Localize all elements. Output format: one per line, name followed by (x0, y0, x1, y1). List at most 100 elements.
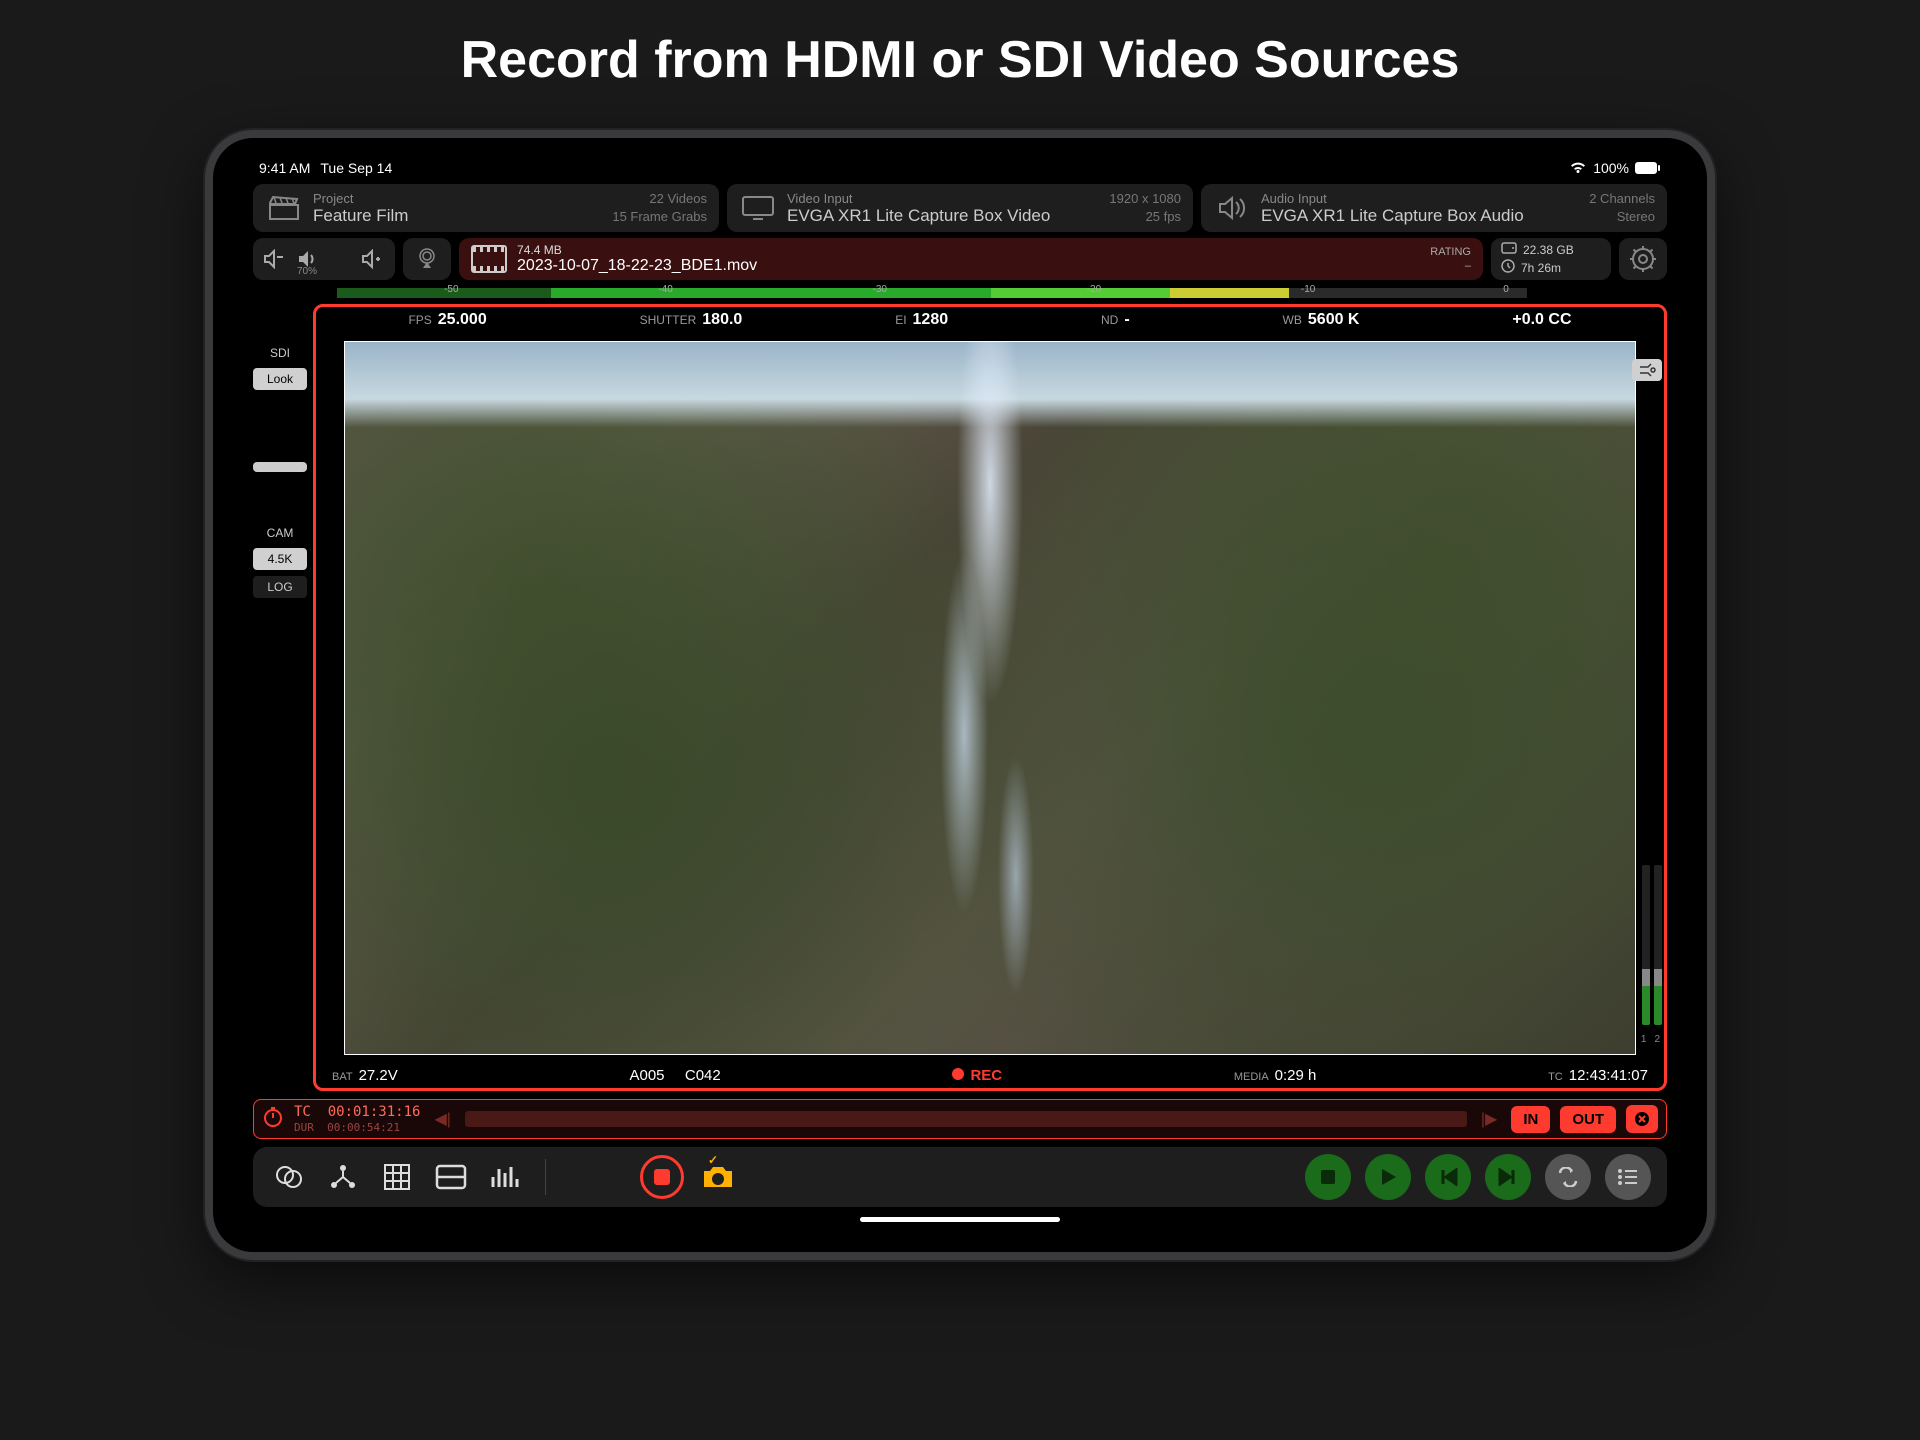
file-name: 2023-10-07_18-22-23_BDE1.mov (517, 257, 1420, 275)
video-input-box[interactable]: Video Input EVGA XR1 Lite Capture Box Vi… (727, 184, 1193, 232)
meter-tick: -10 (1301, 284, 1315, 295)
status-time: 9:41 AM (259, 160, 310, 176)
meter-tick: -40 (658, 284, 672, 295)
audio-channels: 2 Channels (1589, 190, 1655, 208)
meter-ch-1: 1 (1641, 1034, 1647, 1045)
audio-input-label: Audio Input (1261, 191, 1579, 206)
settings-button[interactable] (1619, 238, 1667, 280)
audio-meters (1642, 865, 1662, 1025)
in-button[interactable]: IN (1511, 1106, 1550, 1133)
home-indicator[interactable] (860, 1217, 1060, 1222)
toolbar: ✓ (253, 1147, 1667, 1207)
file-size: 74.4 MB (517, 243, 1420, 257)
ei-param[interactable]: EI1280 (895, 311, 948, 329)
nodes-button[interactable] (323, 1157, 363, 1197)
timeline-timecode: TC 00:01:31:16 DUR 00:00:54:21 (294, 1104, 420, 1134)
file-row: 70% 74.4 MB 2023-10-07_18-22-23_BDE1.mov… (253, 238, 1667, 280)
sdi-label: SDI (253, 344, 307, 362)
play-button[interactable] (1365, 1154, 1411, 1200)
nd-param[interactable]: ND- (1101, 311, 1130, 329)
clock-icon (1501, 259, 1515, 276)
volume-percent: 70% (297, 266, 317, 277)
audio-input-box[interactable]: Audio Input EVGA XR1 Lite Capture Box Au… (1201, 184, 1667, 232)
loop-button[interactable] (1545, 1154, 1591, 1200)
res-button[interactable]: 4.5K (253, 548, 307, 570)
meter-tick: -30 (873, 284, 887, 295)
project-box[interactable]: Project Feature Film 22 Videos 15 Frame … (253, 184, 719, 232)
video-res: 1920 x 1080 (1109, 190, 1181, 208)
device-frame: 9:41 AM Tue Sep 14 100% Project Feature … (205, 130, 1715, 1260)
battery-status: BAT27.2V (332, 1067, 398, 1084)
frame-grab-button[interactable]: ✓ (698, 1157, 738, 1197)
timecode-status: TC12:43:41:07 (1548, 1067, 1648, 1084)
stopwatch-icon[interactable] (262, 1106, 284, 1133)
scopes-circles-button[interactable] (269, 1157, 309, 1197)
camera-params: FPS25.000 SHUTTER180.0 EI1280 ND- WB5600… (316, 307, 1664, 333)
look-button[interactable]: Look (253, 368, 307, 390)
viewer: FPS25.000 SHUTTER180.0 EI1280 ND- WB5600… (313, 304, 1667, 1091)
out-button[interactable]: OUT (1560, 1106, 1616, 1133)
video-input-label: Video Input (787, 191, 1099, 206)
timeline: TC 00:01:31:16 DUR 00:00:54:21 ◀| |▶ IN … (253, 1099, 1667, 1139)
clapper-icon (265, 193, 303, 223)
cc-param[interactable]: +0.0 CC (1512, 311, 1571, 329)
media-status: MEDIA0:29 h (1234, 1067, 1317, 1084)
rec-indicator: REC (952, 1067, 1002, 1084)
separator (545, 1159, 546, 1195)
audio-input-name: EVGA XR1 Lite Capture Box Audio (1261, 206, 1579, 226)
left-side-buttons: SDI Look CAM 4.5K LOG (253, 304, 307, 1091)
shutter-param[interactable]: SHUTTER180.0 (640, 311, 743, 329)
video-fps: 25 fps (1109, 208, 1181, 226)
record-button[interactable] (640, 1155, 684, 1199)
video-input-name: EVGA XR1 Lite Capture Box Video (787, 206, 1099, 226)
meter-ch-2: 2 (1654, 1034, 1660, 1045)
timeline-next-button[interactable]: |▶ (1477, 1109, 1501, 1129)
split-button[interactable] (431, 1157, 471, 1197)
video-frame (344, 341, 1636, 1055)
airplay-button[interactable] (403, 238, 451, 280)
grid-button[interactable] (377, 1157, 417, 1197)
film-icon (471, 245, 507, 273)
histogram-button[interactable] (485, 1157, 525, 1197)
log-button[interactable]: LOG (253, 576, 307, 598)
next-button[interactable] (1485, 1154, 1531, 1200)
storage-free: 22.38 GB (1523, 243, 1574, 257)
fps-param[interactable]: FPS25.000 (408, 311, 486, 329)
storage-box[interactable]: 22.38 GB 7h 26m (1491, 238, 1611, 280)
video-area[interactable]: 1 2 (344, 341, 1636, 1055)
audio-fmt: Stereo (1589, 208, 1655, 226)
rating-value: – (1430, 259, 1471, 273)
status-bar: 9:41 AM Tue Sep 14 100% (253, 158, 1667, 184)
file-box[interactable]: 74.4 MB 2023-10-07_18-22-23_BDE1.mov RAT… (459, 238, 1483, 280)
volume-down-button[interactable] (263, 249, 287, 269)
timeline-track[interactable] (465, 1111, 1467, 1127)
meter-tick: -20 (1087, 284, 1101, 295)
prev-button[interactable] (1425, 1154, 1471, 1200)
wifi-icon (1569, 161, 1587, 175)
storage-time: 7h 26m (1521, 261, 1561, 275)
route-button[interactable] (1632, 359, 1662, 381)
info-row: Project Feature Film 22 Videos 15 Frame … (253, 184, 1667, 232)
project-label: Project (313, 191, 602, 206)
disk-icon (1501, 242, 1517, 257)
rating-label: RATING (1430, 245, 1471, 259)
timeline-close-button[interactable] (1626, 1105, 1658, 1133)
battery-icon (1635, 162, 1661, 174)
camera-status-strip: BAT27.2V A005 C042 REC MEDIA0:29 h TC12:… (316, 1063, 1664, 1088)
reel-clip: A005 C042 (629, 1067, 720, 1084)
meter-tick: 0 (1503, 284, 1509, 295)
stop-button[interactable] (1305, 1154, 1351, 1200)
audio-meter-strip: -50 -40 -30 -20 -10 0 (337, 286, 1527, 300)
viewer-wrap: SDI Look CAM 4.5K LOG FPS25.000 SHUTTER1… (253, 304, 1667, 1091)
video-content (345, 342, 1635, 1054)
speaker-icon (1213, 193, 1251, 223)
project-videos: 22 Videos (612, 190, 707, 208)
timeline-prev-button[interactable]: ◀| (430, 1109, 454, 1129)
wb-param[interactable]: WB5600 K (1283, 311, 1360, 329)
monitor-icon (739, 193, 777, 223)
side-slider[interactable] (253, 462, 307, 472)
project-grabs: 15 Frame Grabs (612, 208, 707, 226)
list-button[interactable] (1605, 1154, 1651, 1200)
volume-up-button[interactable] (361, 249, 385, 269)
cam-label: CAM (253, 524, 307, 542)
